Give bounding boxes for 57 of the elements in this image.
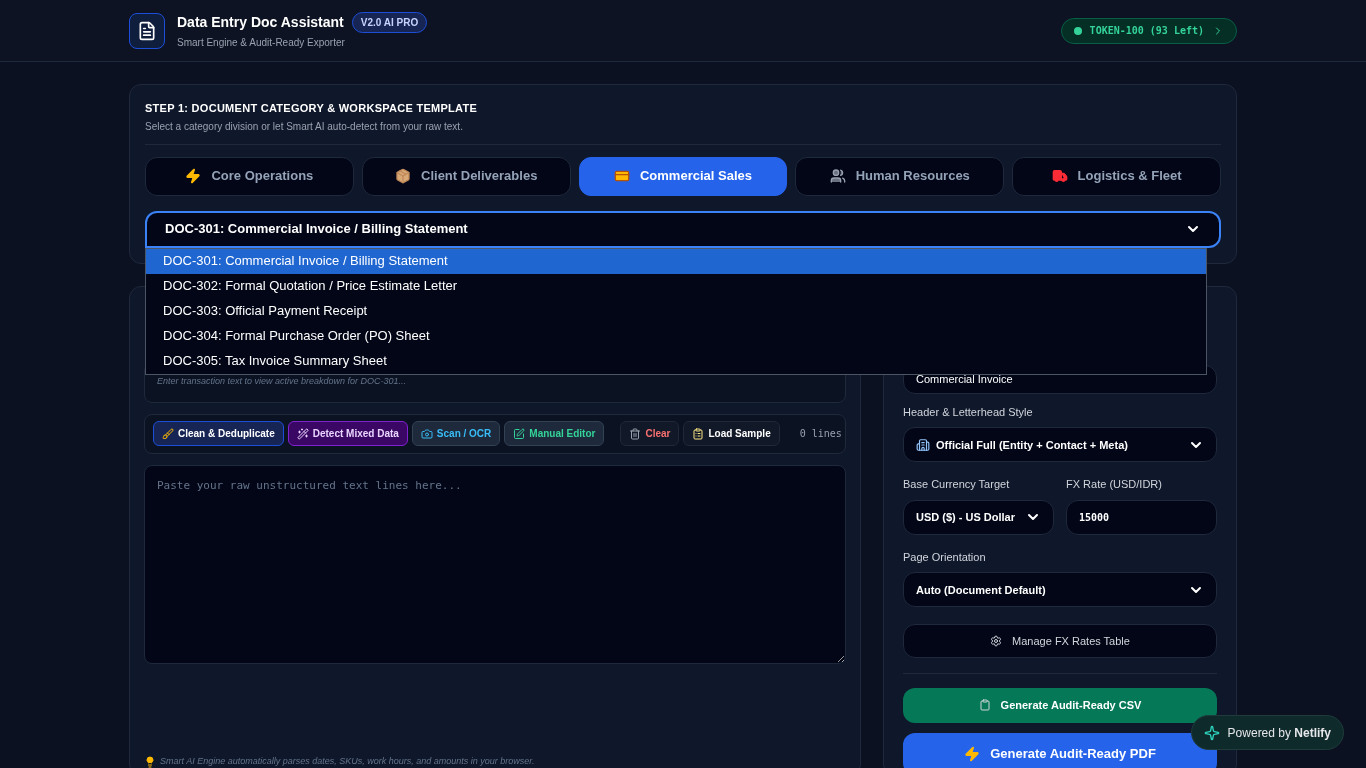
dropdown-option[interactable]: DOC-302: Formal Quotation / Price Estimate Letter (146, 273, 1206, 299)
token-pill[interactable]: TOKEN-100 (93 Left) (1060, 17, 1237, 44)
field-label: FX Rate (USD/IDR) (1066, 477, 1163, 493)
trash-icon (629, 427, 642, 440)
engine-note: Smart AI Engine automatically parses dates, SKUs, work hours, and amounts in your browser. (160, 755, 535, 768)
step-title: STEP 1: DOCUMENT CATEGORY & WORKSPACE TEMPLATE (145, 101, 479, 116)
field-label: Page Orientation (903, 549, 987, 565)
csv-button[interactable]: Generate Audit-Ready CSV (903, 687, 1217, 723)
lightning-icon (964, 745, 981, 762)
app-subtitle: Smart Engine & Audit-Ready Exporter (177, 35, 346, 50)
tool-button[interactable]: Detect Mixed Data (287, 421, 408, 446)
box-icon (395, 168, 412, 184)
building-icon (916, 437, 930, 452)
tool-button[interactable]: Clear (620, 421, 680, 446)
breakdown-hint: Enter transaction text to view active breakdown for DOC-301... (157, 375, 407, 388)
clipboard-icon (978, 699, 991, 712)
camera-icon (420, 427, 433, 440)
orientation-select[interactable]: Auto (Document Default) (903, 572, 1217, 608)
document-icon (137, 20, 157, 41)
truck-icon (1051, 168, 1068, 184)
template-select[interactable]: DOC-301: Commercial Invoice / Billing Statement (145, 210, 1221, 248)
category-tab[interactable]: Human Resources (795, 156, 1005, 196)
field-label: Base Currency Target (903, 477, 1011, 493)
category-tab[interactable]: Logistics & Fleet (1012, 156, 1221, 196)
edit-icon (513, 427, 526, 440)
tool-button[interactable]: Load Sample (683, 421, 780, 446)
category-tab[interactable]: Commercial Sales (578, 156, 788, 196)
header-style-select[interactable]: Official Full (Entity + Contact + Meta) (903, 427, 1217, 463)
currency-select[interactable]: USD ($) - US Dollar (903, 499, 1054, 535)
people-icon (829, 168, 846, 184)
version-badge: V2.0 AI PRO (351, 11, 428, 33)
netlify-logo-icon (1203, 724, 1220, 741)
manage-fx-button[interactable]: Manage FX Rates Table (903, 624, 1217, 658)
wand-icon (296, 427, 309, 440)
field-label: Header & Letterhead Style (903, 404, 1034, 420)
category-tab[interactable]: Client Deliverables (361, 156, 571, 196)
raw-text-field[interactable]: Paste your raw unstructured text lines here... (144, 464, 846, 664)
dropdown-option[interactable]: DOC-303: Official Payment Receipt (146, 298, 1206, 324)
step-subtitle: Select a category division or let Smart AI auto-detect from your raw text. (145, 119, 464, 134)
tool-button[interactable]: Clean & Deduplicate (153, 421, 284, 446)
tool-button[interactable]: Scan / OCR (411, 421, 501, 446)
settings-icon (990, 635, 1003, 647)
netlify-label: Powered by Netlify (1227, 724, 1331, 742)
line-count: 0 lines (799, 427, 842, 441)
dropdown-option[interactable]: DOC-304: Formal Purchase Order (PO) Sheet (146, 323, 1206, 349)
clipboard-icon (692, 427, 705, 440)
card-icon (614, 168, 630, 184)
dropdown-option[interactable]: DOC-301: Commercial Invoice / Billing Statement (146, 248, 1206, 274)
pdf-button[interactable]: Generate Audit-Ready PDF (903, 732, 1217, 768)
lightbulb-icon (144, 755, 156, 768)
netlify-badge[interactable]: Powered by Netlify (1190, 715, 1344, 750)
tool-button[interactable]: Manual Editor (504, 421, 605, 446)
brush-icon (162, 427, 174, 440)
app-title: Data Entry Doc Assistant (177, 12, 344, 32)
category-tab[interactable]: Core Operations (145, 156, 354, 196)
lightning-icon (185, 168, 202, 184)
fx-rate-field[interactable]: 15000 (1066, 499, 1217, 535)
